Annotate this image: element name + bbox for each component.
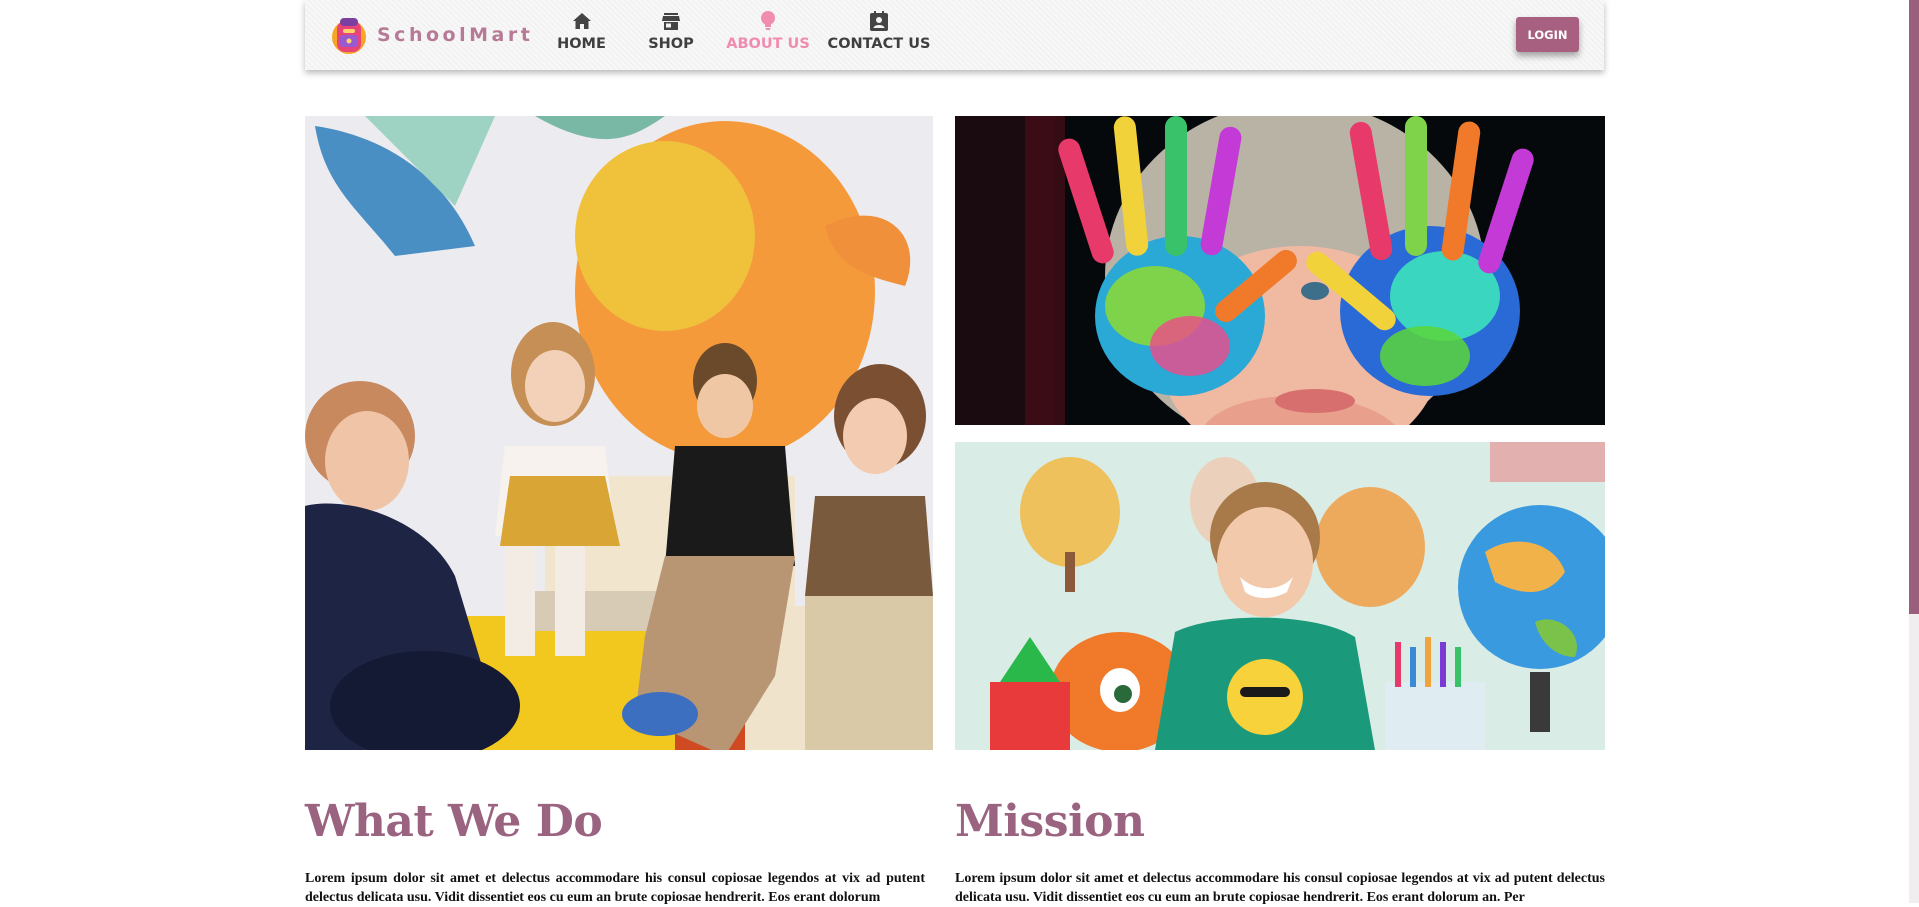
nav-item-contact-us-label: CONTACT US xyxy=(827,36,931,52)
lightbulb-icon xyxy=(761,10,775,32)
store-icon xyxy=(662,10,680,32)
nav-item-home-label: HOME xyxy=(557,36,606,52)
nav-item-shop-label: SHOP xyxy=(648,36,694,52)
backpack-icon xyxy=(332,18,366,54)
what-we-do-section: What We Do Lorem ipsum dolor sit amet et… xyxy=(305,795,925,907)
brand[interactable]: SchoolMart xyxy=(331,14,533,56)
nav-item-about-us[interactable]: ABOUT US xyxy=(720,10,816,52)
nav-item-contact-us[interactable]: CONTACT US xyxy=(816,10,942,52)
classroom-photo xyxy=(305,116,933,750)
what-we-do-title: What We Do xyxy=(305,796,603,847)
smiling-boy-photo xyxy=(955,442,1605,750)
mission-section: Mission Lorem ipsum dolor sit amet et de… xyxy=(955,795,1605,907)
what-we-do-body: Lorem ipsum dolor sit amet et delectus a… xyxy=(305,871,925,905)
scrollbar-thumb[interactable] xyxy=(1909,0,1919,614)
brand-name: SchoolMart xyxy=(377,24,534,46)
scrollbar-track[interactable] xyxy=(1909,0,1919,903)
nav-item-home[interactable]: HOME xyxy=(541,10,622,52)
nav-item-about-us-label: ABOUT US xyxy=(726,36,810,52)
nav-menu: HOME SHOP ABOUT US CONTACT US xyxy=(541,10,942,52)
home-icon xyxy=(572,10,591,32)
mission-title: Mission xyxy=(955,796,1145,847)
contact-book-icon xyxy=(870,10,888,32)
nav-item-shop[interactable]: SHOP xyxy=(622,10,720,52)
mission-body: Lorem ipsum dolor sit amet et delectus a… xyxy=(955,871,1605,905)
top-navbar: SchoolMart HOME SHOP ABOUT US CONTACT US xyxy=(305,0,1604,70)
painted-hands-photo xyxy=(955,116,1605,425)
login-button[interactable]: LOGIN xyxy=(1516,17,1579,52)
